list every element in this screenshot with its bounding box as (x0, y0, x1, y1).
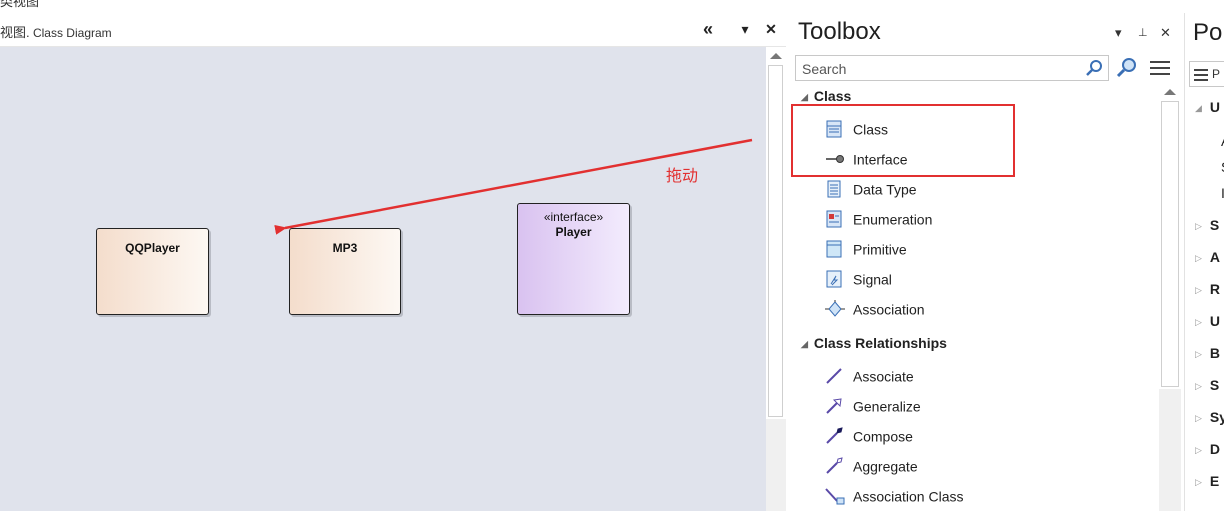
item-label: Interface (853, 151, 908, 168)
item-label: Primitive (853, 241, 907, 258)
toolbox-item-aggregate[interactable]: Aggregate (825, 454, 918, 476)
toolbox-item-association[interactable]: Association (825, 297, 925, 319)
properties-row[interactable]: ▷Sy (1195, 409, 1224, 425)
collapse-triangle-icon[interactable]: ◢ (801, 92, 808, 103)
enumeration-icon (825, 210, 845, 228)
toolbox-item-class[interactable]: Class (825, 117, 888, 139)
properties-title: Po (1193, 19, 1223, 46)
properties-row[interactable]: ▷ R (1195, 281, 1220, 297)
group-label: Class Relationships (813, 335, 947, 351)
drag-annotation: 拖动 (666, 168, 699, 185)
associate-icon (825, 367, 845, 385)
toolbox-item-associate[interactable]: Associate (825, 364, 914, 386)
association-icon (825, 300, 845, 318)
item-label: Signal (853, 271, 892, 288)
toolbox-title: Toolbox (798, 18, 881, 45)
row-label: D (1209, 441, 1221, 457)
scroll-thumb[interactable] (1161, 101, 1179, 387)
association-class-icon (825, 487, 845, 505)
hamburger-menu-icon[interactable] (1194, 69, 1208, 84)
close-icon[interactable]: ✕ (1160, 25, 1171, 41)
group-class-relationships[interactable]: ◢ Class Relationships (801, 335, 947, 351)
toolbox-item-data-type[interactable]: Data Type (825, 177, 917, 199)
pin-icon[interactable]: ⊥ (1138, 26, 1148, 39)
scroll-up-icon[interactable] (1164, 89, 1176, 95)
item-label: Enumeration (853, 211, 933, 228)
signal-icon (825, 270, 845, 288)
datatype-icon (825, 180, 845, 198)
toolbox-item-enumeration[interactable]: Enumeration (825, 207, 932, 229)
item-label: Association (853, 301, 925, 318)
properties-search-text: P (1212, 67, 1221, 81)
properties-row[interactable]: ▷ S (1195, 217, 1219, 233)
generalize-icon (825, 397, 845, 415)
properties-row[interactable]: ▷ U (1195, 313, 1220, 329)
group-label: Class (813, 88, 852, 104)
collapse-triangle-icon[interactable]: ◢ (801, 339, 808, 350)
toolbox-item-generalize[interactable]: Generalize (825, 394, 921, 416)
drag-arrow (274, 138, 753, 235)
dropdown-icon[interactable]: ▾ (1115, 25, 1122, 41)
aggregate-icon (825, 457, 845, 475)
row-label: Sy (1209, 409, 1224, 425)
item-label: Association Class (853, 488, 964, 505)
row-label: R (1209, 281, 1221, 297)
interface-icon (825, 150, 845, 168)
properties-row[interactable]: ▷ S (1195, 377, 1219, 393)
search-input[interactable] (800, 59, 1084, 79)
item-label: Generalize (853, 398, 921, 415)
properties-row[interactable]: ▷ A (1195, 249, 1220, 265)
scroll-track[interactable] (1159, 389, 1181, 511)
row-label: A (1209, 249, 1221, 265)
row-label: S (1209, 217, 1220, 233)
toolbox-item-primitive[interactable]: Primitive (825, 237, 907, 259)
item-label: Aggregate (853, 458, 918, 475)
properties-row[interactable]: ◢ U (1195, 99, 1220, 115)
row-label: U (1209, 99, 1221, 115)
row-label: B (1209, 345, 1221, 361)
toolbox-item-association-class[interactable]: Association Class (825, 484, 964, 506)
item-label: Associate (853, 368, 914, 385)
toolbox-item-compose[interactable]: Compose (825, 424, 913, 446)
toolbox-panel: Toolbox ▾ ⊥ ✕ ◢ Class Class Interface Dat… (789, 13, 1184, 511)
primitive-icon (825, 240, 845, 258)
item-label: Data Type (853, 181, 917, 198)
group-class[interactable]: ◢ Class (801, 88, 851, 104)
item-label: Compose (853, 428, 913, 445)
properties-row[interactable]: ▷ D (1195, 441, 1220, 457)
properties-row[interactable]: ▷ E (1195, 473, 1219, 489)
find-icon[interactable] (1116, 57, 1138, 79)
properties-row[interactable]: ▷ B (1195, 345, 1220, 361)
row-label: U (1209, 313, 1221, 329)
toolbox-search[interactable] (795, 55, 1109, 81)
row-label: E (1209, 473, 1220, 489)
class-icon (825, 120, 845, 138)
toolbox-item-signal[interactable]: Signal (825, 267, 892, 289)
toolbox-scrollbar[interactable] (1159, 83, 1181, 511)
item-label: Class (853, 121, 889, 138)
search-icon[interactable] (1086, 59, 1104, 77)
properties-search[interactable]: P (1189, 61, 1224, 87)
compose-icon (825, 427, 845, 445)
properties-panel: Po P ◢U A S I ▷S ▷A ▷R ▷U ▷B ▷S ▷Sy ▷D ▷… (1184, 13, 1224, 511)
row-label: S (1209, 377, 1220, 393)
hamburger-menu-icon[interactable] (1150, 61, 1170, 79)
toolbox-item-interface[interactable]: Interface (825, 147, 907, 169)
